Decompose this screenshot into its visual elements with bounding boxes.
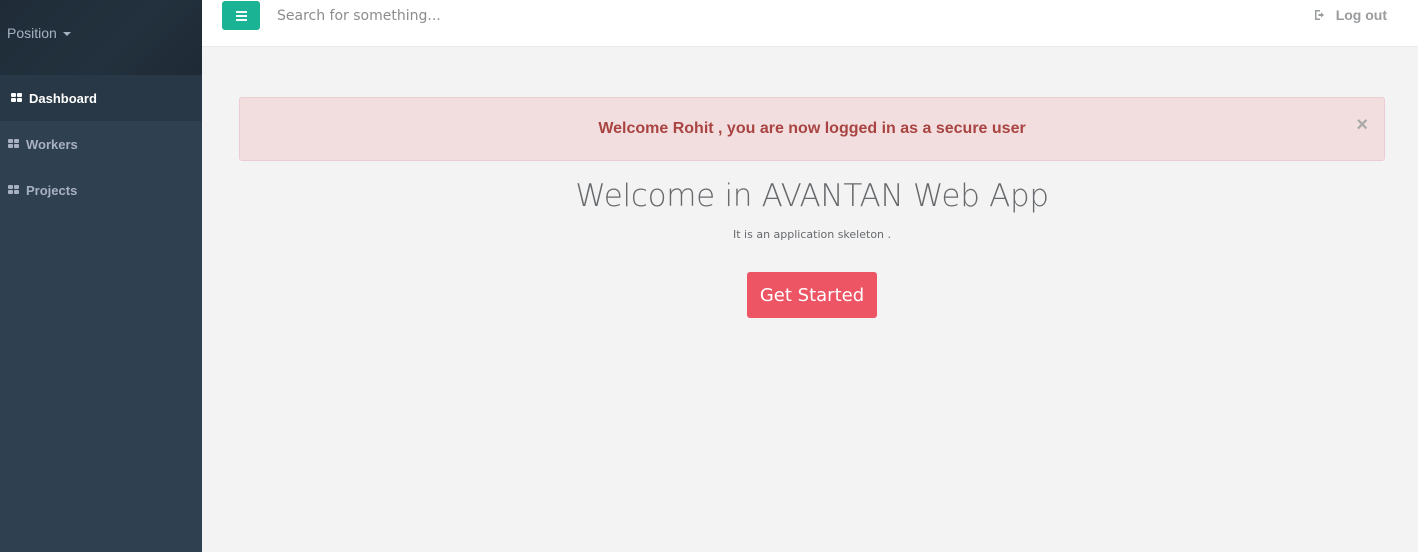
grid-icon xyxy=(11,93,22,103)
get-started-button[interactable]: Get Started xyxy=(747,272,877,318)
page-title: Welcome in AVANTAN Web App xyxy=(575,178,1049,214)
welcome-alert: Welcome Rohit , you are now logged in as… xyxy=(239,97,1385,161)
sidebar-item-projects[interactable]: Projects xyxy=(0,167,202,213)
page-subtitle: It is an application skeleton . xyxy=(732,228,892,241)
sidebar: Position Dashboard Workers Projects xyxy=(0,0,202,552)
search-input[interactable] xyxy=(270,2,770,30)
sidebar-toggle-button[interactable] xyxy=(222,1,260,30)
app-root: Position Dashboard Workers Projects Sear… xyxy=(0,0,1418,552)
sidebar-item-label: Projects xyxy=(26,182,78,198)
sidebar-item-label: Workers xyxy=(26,136,78,152)
sidebar-item-label: Dashboard xyxy=(29,90,97,106)
grid-icon xyxy=(8,139,19,149)
sidebar-item-workers[interactable]: Workers xyxy=(0,121,202,167)
close-icon[interactable]: × xyxy=(1356,115,1368,135)
profile-label: Position xyxy=(7,25,57,41)
top-navbar: Log out xyxy=(202,0,1418,47)
logout-link[interactable]: Log out xyxy=(1314,7,1387,23)
sign-out-icon xyxy=(1314,10,1324,20)
hamburger-icon xyxy=(235,10,247,13)
profile-dropdown-toggle[interactable]: Position xyxy=(7,25,71,41)
sidebar-item-dashboard[interactable]: Dashboard xyxy=(0,75,202,121)
profile-header: Position xyxy=(0,0,202,75)
alert-message: Welcome Rohit , you are now logged in as… xyxy=(598,120,1026,137)
logout-label: Log out xyxy=(1335,7,1387,23)
caret-down-icon xyxy=(62,32,71,36)
grid-icon xyxy=(8,185,19,195)
